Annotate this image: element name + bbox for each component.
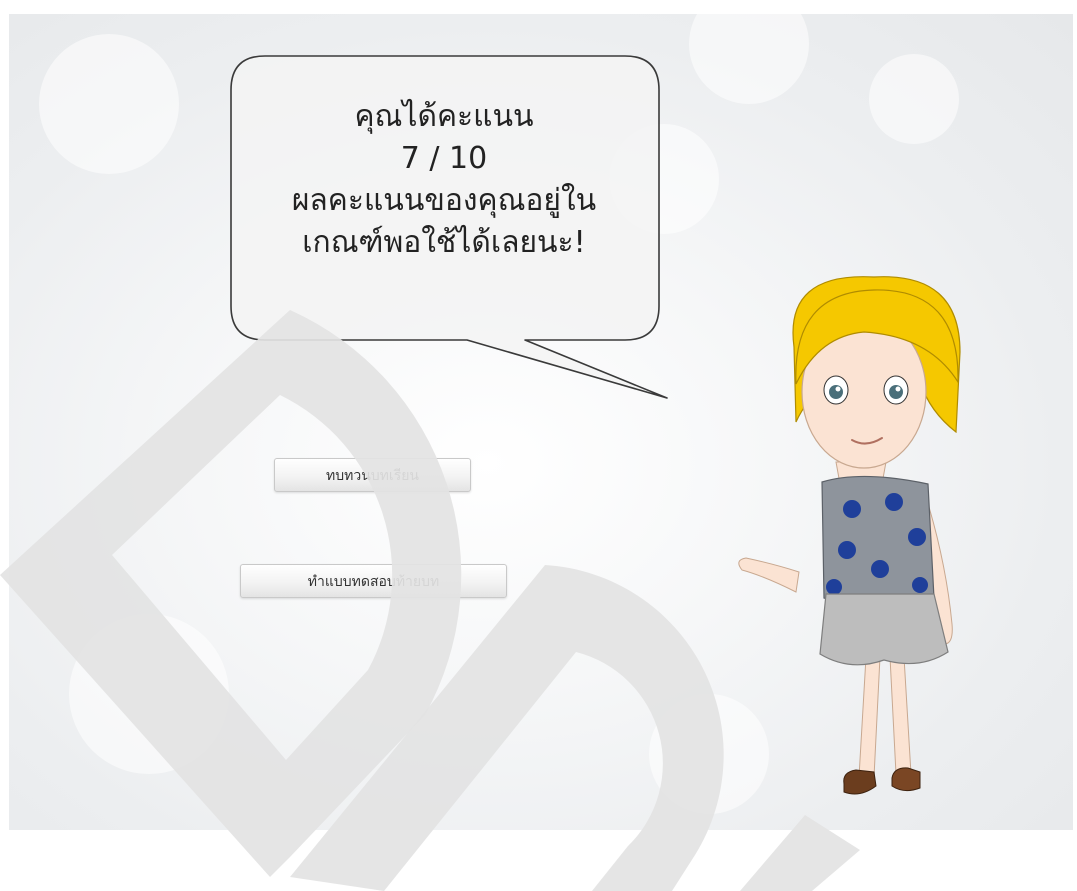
character-skirt: [819, 593, 949, 666]
speech-bubble-text: คุณได้คะแนน 7 / 10 ผลคะแนนของคุณอยู่ใน เ…: [224, 96, 664, 264]
background-bokeh: [69, 614, 229, 774]
score-value: 7 / 10: [400, 141, 488, 176]
result-message-line: ผลคะแนนของคุณอยู่ใน: [291, 183, 597, 218]
background-bokeh: [689, 14, 809, 104]
score-heading: คุณได้คะแนน: [354, 99, 534, 134]
character-shoes: [843, 767, 921, 795]
lesson-result-screen: คุณได้คะแนน 7 / 10 ผลคะแนนของคุณอยู่ใน เ…: [9, 14, 1073, 830]
background-bokeh: [869, 54, 959, 144]
character-left-arm: [738, 557, 800, 593]
result-message-line: เกณฑ์พอใช้ได้เลยนะ!: [302, 225, 586, 260]
review-lesson-button[interactable]: ทบทวนบทเรียน: [274, 458, 471, 492]
background-bokeh: [39, 34, 179, 174]
post-test-button[interactable]: ทำแบบทดสอบท้ายบท: [240, 564, 507, 598]
character-legs: [858, 656, 912, 778]
cartoon-girl-character: [738, 276, 961, 795]
